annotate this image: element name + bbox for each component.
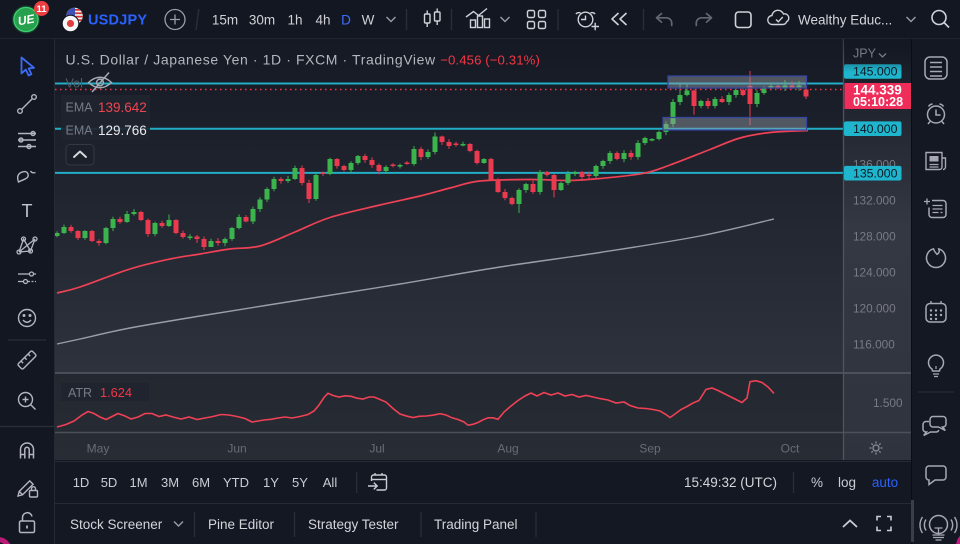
svg-text:Wealthy Educ...: Wealthy Educ... bbox=[798, 13, 892, 28]
svg-text:U.S. Dollar / Japanese Yen · 1: U.S. Dollar / Japanese Yen · 1D · FXCM ·… bbox=[66, 52, 540, 68]
svg-text:auto: auto bbox=[872, 475, 898, 490]
svg-text:Pine Editor: Pine Editor bbox=[208, 517, 275, 532]
svg-text:5D: 5D bbox=[101, 475, 118, 490]
svg-text:1Y: 1Y bbox=[263, 475, 279, 490]
svg-text:%: % bbox=[811, 475, 823, 490]
svg-text:Strategy Tester: Strategy Tester bbox=[308, 517, 399, 532]
svg-text:1M: 1M bbox=[129, 475, 147, 490]
svg-text:15m: 15m bbox=[212, 13, 238, 28]
svg-text:05:10:28: 05:10:28 bbox=[853, 95, 903, 109]
svg-text:116.000: 116.000 bbox=[853, 338, 895, 352]
svg-text:EMA: EMA bbox=[66, 101, 94, 115]
svg-text:USDJPY: USDJPY bbox=[88, 13, 147, 29]
svg-text:Stock Screener: Stock Screener bbox=[70, 517, 163, 532]
svg-text:3M: 3M bbox=[161, 475, 179, 490]
svg-text:30m: 30m bbox=[249, 13, 275, 28]
svg-text:129.766: 129.766 bbox=[98, 123, 147, 138]
svg-text:1h: 1h bbox=[287, 13, 302, 28]
svg-text:T: T bbox=[22, 201, 33, 221]
svg-text:May: May bbox=[87, 442, 110, 456]
svg-text:ATR: ATR bbox=[68, 386, 92, 400]
svg-text:139.642: 139.642 bbox=[98, 100, 147, 115]
svg-text:11: 11 bbox=[36, 4, 47, 15]
svg-text:135.000: 135.000 bbox=[853, 166, 898, 180]
svg-text:Vol: Vol bbox=[66, 77, 83, 91]
svg-text:Trading Panel: Trading Panel bbox=[434, 517, 518, 532]
svg-text:Oct: Oct bbox=[781, 442, 800, 456]
svg-text:All: All bbox=[323, 475, 338, 490]
svg-text:W: W bbox=[362, 13, 375, 28]
svg-text:4h: 4h bbox=[315, 13, 330, 28]
svg-text:JPY: JPY bbox=[853, 47, 877, 61]
svg-text:5Y: 5Y bbox=[292, 475, 308, 490]
svg-text:Sep: Sep bbox=[639, 442, 661, 456]
svg-text:YTD: YTD bbox=[223, 475, 249, 490]
svg-text:Aug: Aug bbox=[497, 442, 518, 456]
svg-text:1D: 1D bbox=[73, 475, 90, 490]
svg-text:log: log bbox=[838, 475, 856, 490]
svg-text:1.500: 1.500 bbox=[873, 396, 903, 410]
svg-text:6M: 6M bbox=[192, 475, 210, 490]
svg-text:1.624: 1.624 bbox=[100, 385, 132, 400]
svg-text:Jun: Jun bbox=[227, 442, 246, 456]
svg-text:128.000: 128.000 bbox=[853, 230, 896, 244]
svg-text:132.000: 132.000 bbox=[853, 194, 896, 208]
svg-text:Jul: Jul bbox=[369, 442, 384, 456]
svg-text:D: D bbox=[341, 13, 351, 28]
svg-text:124.000: 124.000 bbox=[853, 266, 896, 280]
svg-text:EMA: EMA bbox=[66, 124, 94, 138]
svg-text:140.000: 140.000 bbox=[853, 122, 898, 136]
svg-text:120.000: 120.000 bbox=[853, 302, 896, 316]
svg-text:15:49:32 (UTC): 15:49:32 (UTC) bbox=[684, 475, 777, 490]
